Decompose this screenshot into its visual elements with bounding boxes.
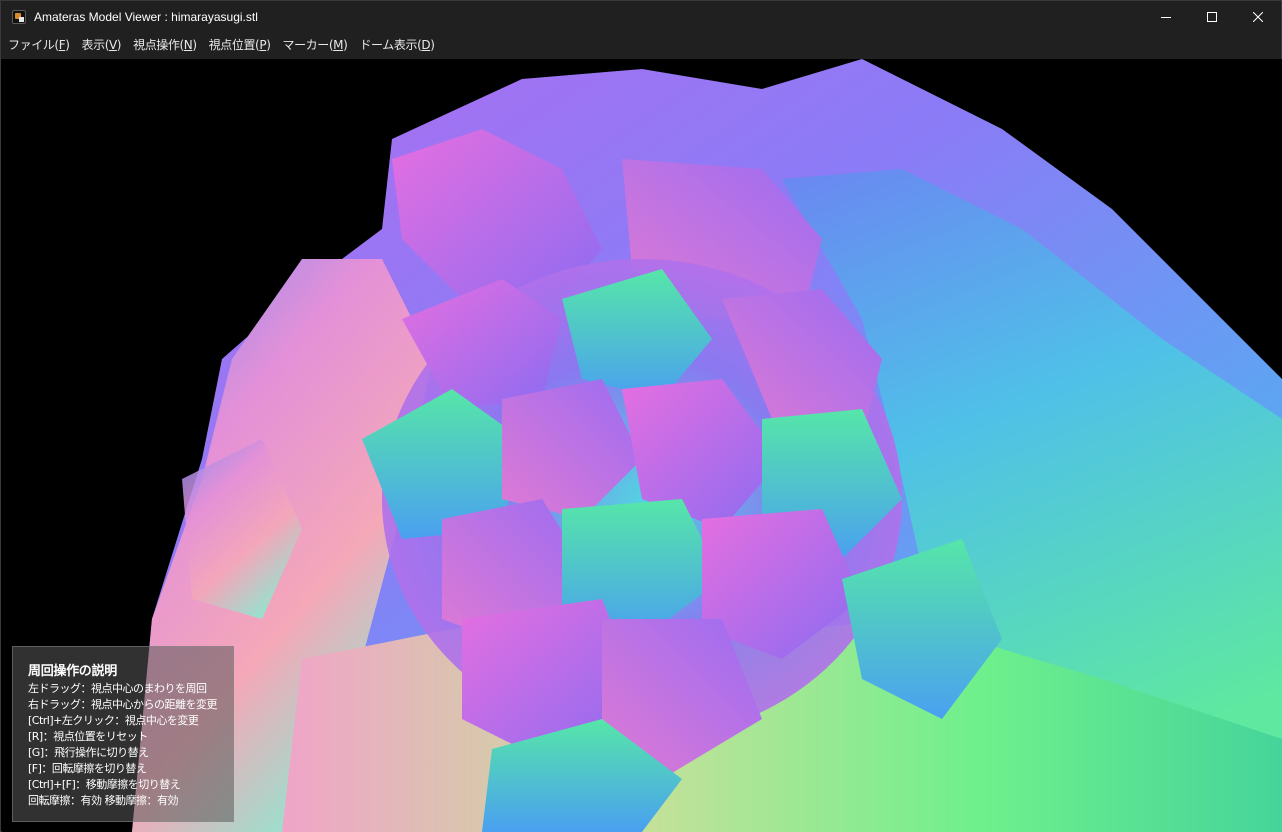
close-button[interactable] xyxy=(1235,1,1281,32)
orbit-help-panel: 周回操作の説明 左ドラッグ：視点中心のまわりを周回 右ドラッグ：視点中心からの距… xyxy=(12,646,234,822)
menu-view[interactable]: 表示(V) xyxy=(76,32,128,59)
title-bar[interactable]: Amateras Model Viewer : himarayasugi.stl xyxy=(1,1,1281,32)
help-line-left-drag: 左ドラッグ：視点中心のまわりを周回 xyxy=(28,682,207,695)
menu-viewpoint-position[interactable]: 視点位置(P) xyxy=(203,32,277,59)
minimize-button[interactable] xyxy=(1143,1,1189,32)
window-title: Amateras Model Viewer : himarayasugi.stl xyxy=(34,9,258,24)
3d-viewport[interactable]: 周回操作の説明 左ドラッグ：視点中心のまわりを周回 右ドラッグ：視点中心からの距… xyxy=(2,59,1282,832)
app-icon[interactable] xyxy=(12,9,26,24)
help-line-rotation-friction: [F]：回転摩擦を切り替え xyxy=(28,762,147,775)
help-line-reset: [R]：視点位置をリセット xyxy=(28,730,148,743)
help-title: 周回操作の説明 xyxy=(28,664,117,679)
maximize-icon xyxy=(1207,11,1217,22)
menu-bar: ファイル(F) 表示(V) 視点操作(N) 視点位置(P) マーカー(M) ドー… xyxy=(1,32,1281,59)
help-line-friction-status: 回転摩擦：有効 移動摩擦：有効 xyxy=(28,794,179,807)
help-line-right-drag: 右ドラッグ：視点中心からの距離を変更 xyxy=(28,698,218,711)
menu-viewpoint-operation[interactable]: 視点操作(N) xyxy=(127,32,203,59)
window-controls xyxy=(1143,1,1281,32)
menu-dome-display[interactable]: ドーム表示(D) xyxy=(353,32,440,59)
help-line-move-friction: [Ctrl]+[F]：移動摩擦を切り替え xyxy=(28,778,181,791)
menu-marker[interactable]: マーカー(M) xyxy=(276,32,353,59)
help-line-ctrl-click: [Ctrl]+左クリック：視点中心を変更 xyxy=(28,714,199,727)
menu-file[interactable]: ファイル(F) xyxy=(2,32,76,59)
help-line-fly-mode: [G]：飛行操作に切り替え xyxy=(28,746,149,759)
close-icon xyxy=(1253,11,1263,22)
app-window: Amateras Model Viewer : himarayasugi.stl… xyxy=(0,0,1282,832)
minimize-icon xyxy=(1161,16,1171,18)
maximize-button[interactable] xyxy=(1189,1,1235,32)
